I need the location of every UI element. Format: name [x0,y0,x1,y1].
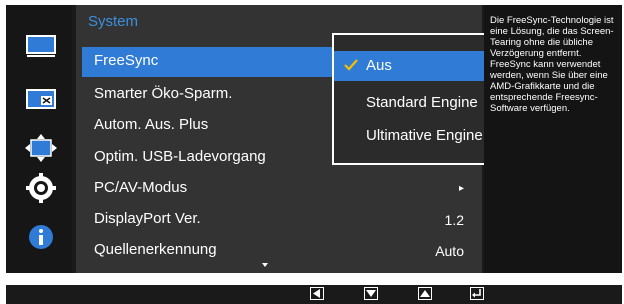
enter-icon[interactable] [470,287,484,300]
menu-item-displayport-version[interactable]: DisplayPort Ver. 1.2 [82,205,476,235]
osd-window: System FreeSync Smarter Öko-Sparm. Autom… [6,5,622,273]
info-icon[interactable] [24,223,58,251]
scroll-down-icon[interactable] [262,263,268,267]
menu-item-label: Quellenerkennung [94,241,217,258]
help-panel: Die FreeSync-Technologie ist eine Lösung… [484,5,622,273]
menu-item-label: Optim. USB-Ladevorgang [94,148,266,165]
up-arrow-icon[interactable] [418,287,432,300]
menu-item-label: Autom. Aus. Plus [94,116,209,133]
option-label: Standard Engine [366,94,478,111]
monitor-icon[interactable] [24,33,58,59]
left-arrow-icon[interactable] [310,287,324,300]
menu-title: System [88,13,139,30]
gear-icon[interactable] [24,173,58,203]
category-sidebar [6,5,72,273]
submenu-arrow-icon: ▸ [458,183,464,194]
picture-in-picture-icon[interactable] [24,87,58,113]
help-text: Die FreeSync-Technologie ist eine Lösung… [490,15,614,114]
checkmark-icon [344,59,358,71]
option-label: Aus [366,57,392,74]
down-arrow-icon[interactable] [364,287,378,300]
menu-item-label: FreeSync [94,52,159,69]
option-label: Ultimative Engine [366,127,483,144]
control-bar [6,285,622,304]
resize-arrows-icon[interactable] [24,133,58,163]
menu-item-value: Auto [435,243,464,259]
menu-item-label: DisplayPort Ver. [94,210,201,227]
menu-item-value: 1.2 [444,212,464,228]
menu-item-source-detection[interactable]: Quellenerkennung Auto [82,236,476,266]
menu-item-label: PC/AV-Modus [94,179,188,196]
menu-item-pc-av-mode[interactable]: PC/AV-Modus ▸ [82,174,476,204]
menu-item-label: Smarter Öko-Sparm. [94,85,233,102]
system-menu-panel: System FreeSync Smarter Öko-Sparm. Autom… [76,5,550,273]
